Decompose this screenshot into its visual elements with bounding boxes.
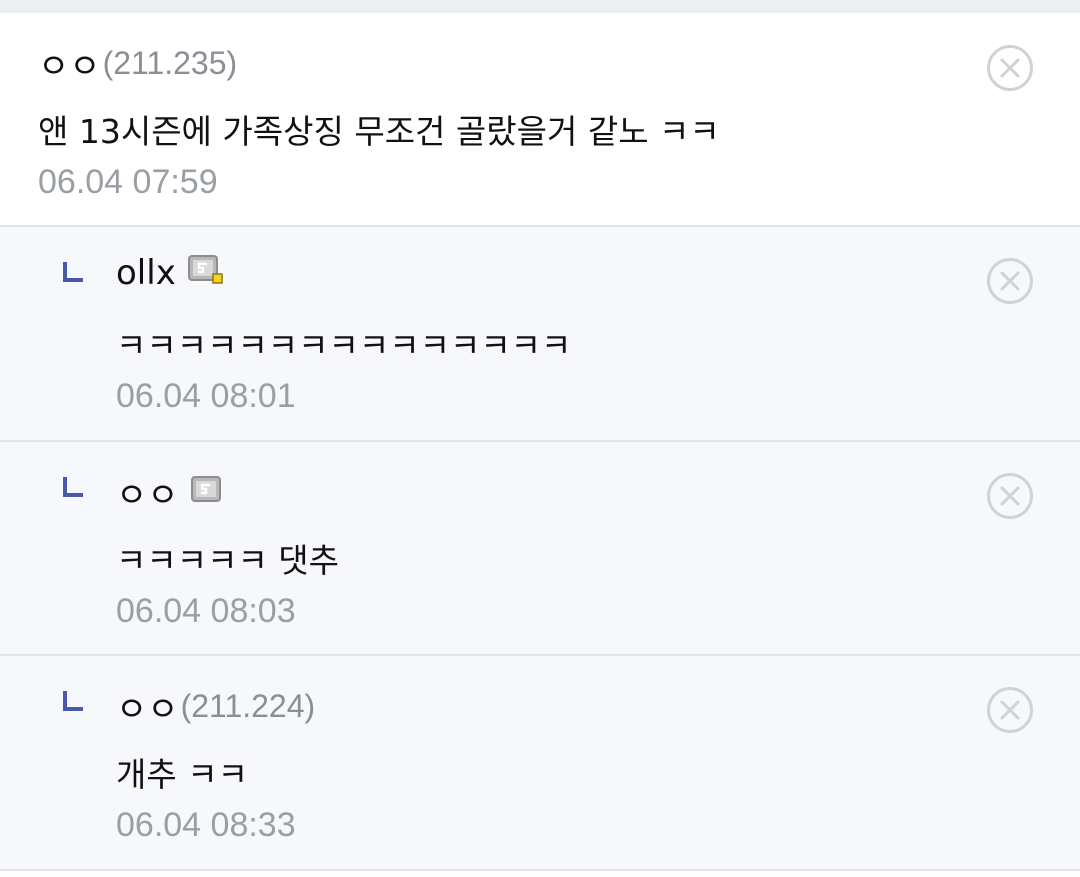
- comment-author-ip: (211.235): [102, 45, 238, 81]
- reply-timestamp: 06.04 08:01: [116, 377, 296, 415]
- reply-arrow-icon: [63, 691, 83, 711]
- reply-author-ip: (211.224): [180, 688, 316, 724]
- comment-author-line: ㅇㅇ (211.235): [38, 39, 237, 88]
- reply-item: ㅇㅇ ㅋㅋㅋㅋㅋ 댓추 06.04 08:03: [0, 442, 1080, 656]
- reply-author-line: ㅇㅇ: [116, 468, 223, 517]
- delete-circle-x-icon[interactable]: [986, 257, 1034, 305]
- reply-item: ㅇㅇ (211.224) 개추 ㅋㅋ 06.04 08:33: [0, 656, 1080, 871]
- comment-author-name[interactable]: ㅇㅇ: [38, 39, 101, 88]
- gallog-icon[interactable]: [190, 475, 223, 505]
- delete-circle-x-icon[interactable]: [986, 472, 1034, 520]
- reply-text: ㅋㅋㅋㅋㅋ 댓추: [116, 541, 340, 580]
- reply-author-name[interactable]: ollx: [116, 253, 176, 293]
- reply-author-line: ㅇㅇ (211.224): [116, 682, 315, 731]
- reply-timestamp: 06.04 08:03: [116, 592, 296, 630]
- reply-item: ollx ㅋㅋㅋㅋㅋㅋㅋㅋㅋㅋㅋㅋㅋㅋㅋ 06.04 08:01: [0, 227, 1080, 442]
- delete-circle-x-icon[interactable]: [986, 44, 1034, 92]
- comment-text: 앤 13시즌에 가족상징 무조건 골랐을거 같노 ㅋㅋ: [38, 112, 720, 151]
- reply-author-name[interactable]: ㅇㅇ: [116, 682, 179, 731]
- reply-text: 개추 ㅋㅋ: [116, 755, 248, 794]
- comment-timestamp: 06.04 07:59: [38, 163, 218, 201]
- reply-author-name[interactable]: ㅇㅇ: [116, 468, 179, 517]
- top-divider-bar: [0, 0, 1080, 13]
- comment-item: ㅇㅇ (211.235) 앤 13시즌에 가족상징 무조건 골랐을거 같노 ㅋㅋ…: [0, 13, 1080, 227]
- gallog-fixed-icon[interactable]: [187, 254, 224, 286]
- delete-circle-x-icon[interactable]: [986, 686, 1034, 734]
- reply-author-line: ollx: [116, 253, 224, 293]
- reply-arrow-icon: [63, 477, 83, 497]
- reply-text: ㅋㅋㅋㅋㅋㅋㅋㅋㅋㅋㅋㅋㅋㅋㅋ: [116, 326, 572, 365]
- reply-timestamp: 06.04 08:33: [116, 806, 296, 844]
- reply-arrow-icon: [63, 262, 83, 282]
